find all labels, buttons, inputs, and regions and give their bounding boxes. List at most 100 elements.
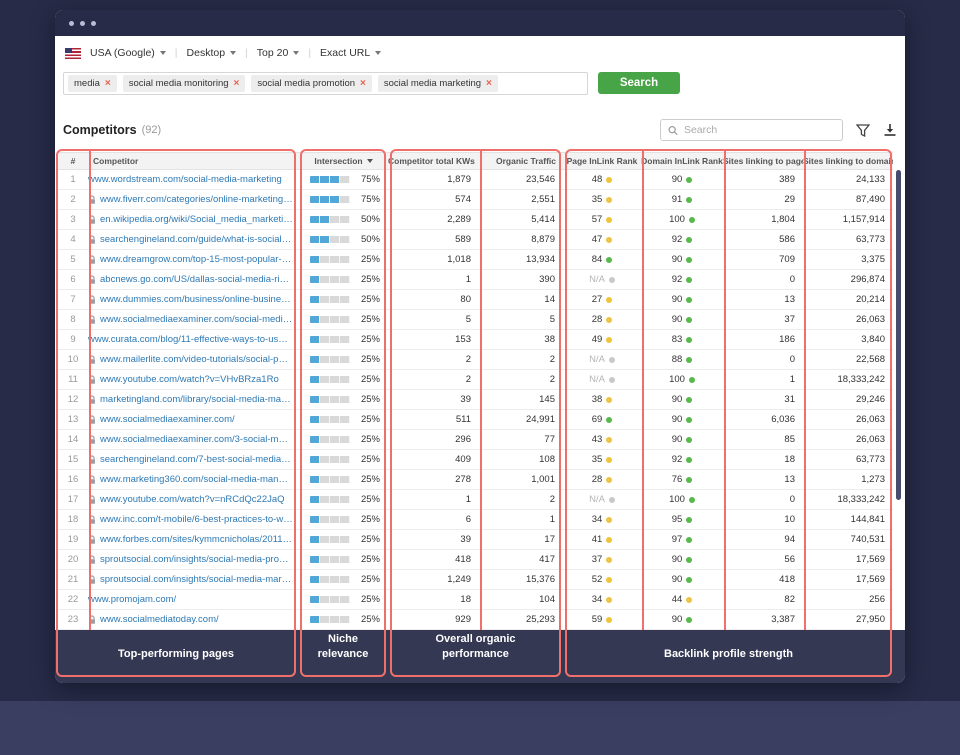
sites-linking-domain-value: 144,841 [803, 514, 893, 525]
col-header-intersection[interactable]: Intersection [299, 156, 388, 166]
page-inlink-rank-value: 48 [592, 174, 603, 185]
table-scrollbar[interactable] [896, 170, 901, 500]
table-search-input[interactable] [684, 124, 835, 136]
page-inlink-rank-value: N/A [589, 494, 605, 505]
keyword-tag[interactable]: social media monitoring × [123, 75, 246, 92]
remove-tag-icon[interactable]: × [360, 79, 366, 89]
competitor-link[interactable]: searchengineland.com/7-best-social-media… [88, 454, 299, 465]
sites-linking-domain-value: 1,273 [803, 474, 893, 485]
table-row[interactable]: 11 www.youtube.com/watch?v=VHvBRza1Ro 25… [58, 370, 893, 390]
competitor-link[interactable]: www.youtube.com/watch?v=nRCdQc22JaQ [88, 494, 299, 505]
table-row[interactable]: 21 sproutsocial.com/insights/social-medi… [58, 570, 893, 590]
table-row[interactable]: 2 www.fiverr.com/categories/online-marke… [58, 190, 893, 210]
competitor-url: marketingland.com/library/social-media-m… [100, 394, 293, 405]
table-row[interactable]: 9 www.curata.com/blog/11-effective-ways-… [58, 330, 893, 350]
competitor-link[interactable]: www.wordstream.com/social-media-marketin… [88, 174, 299, 185]
col-header-competitor[interactable]: Competitor [88, 156, 299, 166]
row-number: 20 [58, 554, 88, 565]
table-row[interactable]: 10 www.mailerlite.com/video-tutorials/so… [58, 350, 893, 370]
competitor-link[interactable]: www.fiverr.com/categories/online-marketi… [88, 194, 299, 205]
table-row[interactable]: 19 www.forbes.com/sites/kymmcnicholas/20… [58, 530, 893, 550]
rank-status-dot [606, 417, 612, 423]
remove-tag-icon[interactable]: × [486, 79, 492, 89]
col-header-total-kws[interactable]: Competitor total KWs [388, 156, 479, 166]
row-number: 18 [58, 514, 88, 525]
competitor-link[interactable]: abcnews.go.com/US/dallas-social-media-ri… [88, 274, 299, 285]
domain-inlink-rank-cell: 90 [641, 254, 723, 265]
table-row[interactable]: 6 abcnews.go.com/US/dallas-social-media-… [58, 270, 893, 290]
table-row[interactable]: 4 searchengineland.com/guide/what-is-soc… [58, 230, 893, 250]
col-header-organic-traffic[interactable]: Organic Traffic [479, 156, 563, 166]
domain-inlink-rank-cell: 90 [641, 174, 723, 185]
domain-inlink-rank-cell: 100 [641, 214, 723, 225]
table-row[interactable]: 7 www.dummies.com/business/online-busine… [58, 290, 893, 310]
table-row[interactable]: 12 marketingland.com/library/social-medi… [58, 390, 893, 410]
keyword-tag[interactable]: social media marketing × [378, 75, 498, 92]
table-row[interactable]: 20 sproutsocial.com/insights/social-medi… [58, 550, 893, 570]
table-row[interactable]: 8 www.socialmediaexaminer.com/social-med… [58, 310, 893, 330]
competitor-link[interactable]: www.socialmediatoday.com/ [88, 614, 299, 625]
window-control-dot[interactable] [91, 21, 96, 26]
intersection-cell: 25% [299, 254, 388, 265]
table-row[interactable]: 16 www.marketing360.com/social-media-man… [58, 470, 893, 490]
rank-status-dot [686, 177, 692, 183]
table-row[interactable]: 18 www.inc.com/t-mobile/6-best-practices… [58, 510, 893, 530]
rank-status-dot [606, 457, 612, 463]
col-header-page-inlink-rank[interactable]: Page InLink Rank [563, 156, 641, 166]
competitor-link[interactable]: sproutsocial.com/insights/social-media-m… [88, 574, 299, 585]
export-button[interactable] [883, 123, 897, 137]
competitor-link[interactable]: www.promojam.com/ [88, 594, 299, 605]
keyword-tag[interactable]: social media promotion × [251, 75, 372, 92]
keywords-tag-input[interactable]: media × social media monitoring × social… [63, 72, 588, 95]
competitor-link[interactable]: www.marketing360.com/social-media-manage… [88, 474, 299, 485]
domain-inlink-rank-value: 91 [672, 194, 683, 205]
competitor-link[interactable]: marketingland.com/library/social-media-m… [88, 394, 299, 405]
window-control-dot[interactable] [80, 21, 85, 26]
col-header-sites-linking-page[interactable]: Sites linking to page [723, 156, 803, 166]
competitor-link[interactable]: en.wikipedia.org/wiki/Social_media_marke… [88, 214, 299, 225]
table-row[interactable]: 1 www.wordstream.com/social-media-market… [58, 170, 893, 190]
table-row[interactable]: 22 www.promojam.com/ 25% 18 104 34 44 [58, 590, 893, 610]
table-row[interactable]: 23 www.socialmediatoday.com/ 25% 929 25,… [58, 610, 893, 630]
competitor-link[interactable]: www.socialmediaexaminer.com/ [88, 414, 299, 425]
table-search-box[interactable] [660, 119, 843, 141]
table-row[interactable]: 14 www.socialmediaexaminer.com/3-social-… [58, 430, 893, 450]
col-header-sites-linking-domain[interactable]: Sites linking to domain [803, 156, 893, 166]
sites-linking-domain-value: 24,133 [803, 174, 893, 185]
table-row[interactable]: 3 en.wikipedia.org/wiki/Social_media_mar… [58, 210, 893, 230]
competitor-link[interactable]: sproutsocial.com/insights/social-media-p… [88, 554, 299, 565]
col-header-domain-inlink-rank[interactable]: Domain InLink Rank [641, 156, 723, 166]
competitor-link[interactable]: www.curata.com/blog/11-effective-ways-to… [88, 334, 299, 345]
table-row[interactable]: 15 searchengineland.com/7-best-social-me… [58, 450, 893, 470]
filter-button[interactable] [856, 124, 870, 137]
competitor-link[interactable]: www.dummies.com/business/online-business… [88, 294, 299, 305]
organic-traffic-value: 15,376 [479, 574, 563, 585]
table-row[interactable]: 13 www.socialmediaexaminer.com/ 25% 511 … [58, 410, 893, 430]
window-control-dot[interactable] [69, 21, 74, 26]
competitor-link[interactable]: www.youtube.com/watch?v=VHvBRza1Ro [88, 374, 299, 385]
region-dropdown[interactable]: USA (Google) [90, 47, 166, 59]
competitor-url: www.fiverr.com/categories/online-marketi… [100, 194, 293, 205]
keyword-tag[interactable]: media × [68, 75, 117, 92]
competitor-url: www.dreamgrow.com/top-15-most-popular-so… [100, 254, 293, 265]
competitor-link[interactable]: www.forbes.com/sites/kymmcnicholas/2011/… [88, 534, 299, 545]
remove-tag-icon[interactable]: × [234, 79, 240, 89]
depth-dropdown[interactable]: Top 20 [257, 47, 300, 59]
competitor-link[interactable]: searchengineland.com/guide/what-is-socia… [88, 234, 299, 245]
competitor-link[interactable]: www.socialmediaexaminer.com/3-social-med… [88, 434, 299, 445]
url-mode-dropdown[interactable]: Exact URL [320, 47, 381, 59]
competitor-link[interactable]: www.inc.com/t-mobile/6-best-practices-to… [88, 514, 299, 525]
competitor-link[interactable]: www.dreamgrow.com/top-15-most-popular-so… [88, 254, 299, 265]
search-button[interactable]: Search [598, 72, 680, 94]
total-kws-value: 39 [388, 534, 479, 545]
col-header-num[interactable]: # [58, 156, 88, 166]
intersection-percent: 25% [361, 554, 380, 565]
domain-inlink-rank-cell: 76 [641, 474, 723, 485]
remove-tag-icon[interactable]: × [105, 79, 111, 89]
domain-inlink-rank-value: 90 [672, 554, 683, 565]
table-row[interactable]: 5 www.dreamgrow.com/top-15-most-popular-… [58, 250, 893, 270]
competitor-link[interactable]: www.mailerlite.com/video-tutorials/socia… [88, 354, 299, 365]
device-dropdown[interactable]: Desktop [187, 47, 237, 59]
competitor-link[interactable]: www.socialmediaexaminer.com/social-media… [88, 314, 299, 325]
table-row[interactable]: 17 www.youtube.com/watch?v=nRCdQc22JaQ 2… [58, 490, 893, 510]
